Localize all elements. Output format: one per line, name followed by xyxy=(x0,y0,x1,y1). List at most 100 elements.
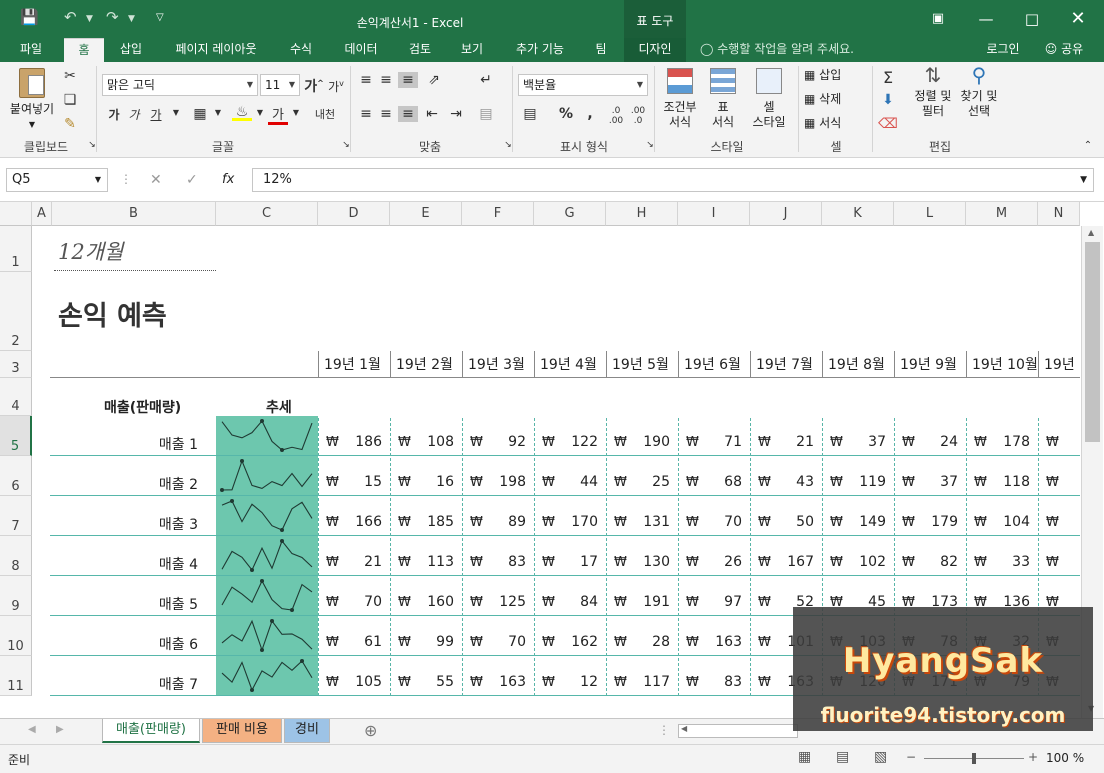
insert-cells-button[interactable]: ▦ 삽입 xyxy=(804,68,868,83)
increase-font-icon[interactable]: 가^ xyxy=(304,76,324,96)
tab-view[interactable]: 보기 xyxy=(450,38,494,62)
section-label-cell[interactable]: 매출(판매량) xyxy=(104,397,181,417)
paste-button[interactable]: 붙여넣기 ▼ xyxy=(6,68,58,132)
select-all-corner[interactable] xyxy=(0,202,32,226)
value-cell[interactable]: 122 xyxy=(534,434,598,450)
scroll-left-icon[interactable]: ◀ xyxy=(681,724,687,733)
font-color-icon[interactable]: 가 xyxy=(268,104,288,125)
orientation-icon[interactable]: ⇗ xyxy=(424,72,444,88)
row-header-8[interactable]: 8 xyxy=(0,536,32,576)
ruby-button[interactable]: 내천 xyxy=(312,106,338,122)
tab-page-layout[interactable]: 페이지 레이아웃 xyxy=(160,38,272,62)
enter-icon[interactable]: ✓ xyxy=(186,172,198,188)
accounting-format-icon[interactable]: ▤ xyxy=(520,106,540,122)
value-cell[interactable]: 37 xyxy=(822,434,886,450)
value-cell[interactable]: 33 xyxy=(966,554,1030,570)
merge-center-icon[interactable]: ▤ xyxy=(476,106,496,122)
fill-color-icon[interactable]: ♨ xyxy=(232,104,252,121)
align-right-icon[interactable]: ≡ xyxy=(398,106,418,122)
value-cell[interactable]: 179 xyxy=(894,514,958,530)
value-cell[interactable]: 113 xyxy=(390,554,454,570)
month-header[interactable]: 19년 8월 xyxy=(822,351,894,378)
value-cell[interactable]: 61 xyxy=(318,634,382,650)
page-layout-view-icon[interactable]: ▤ xyxy=(836,749,849,765)
underline-dropdown-icon[interactable]: ▼ xyxy=(166,108,186,117)
column-header-j[interactable]: J xyxy=(750,202,822,226)
align-left-icon[interactable]: ≡ xyxy=(356,106,376,122)
column-header-h[interactable]: H xyxy=(606,202,678,226)
row-header-10[interactable]: 10 xyxy=(0,616,32,656)
tab-home[interactable]: 홈 xyxy=(64,38,104,62)
value-cell[interactable]: 163 xyxy=(462,674,526,690)
zoom-slider-thumb[interactable] xyxy=(972,753,976,764)
row-header-2[interactable]: 2 xyxy=(0,272,32,351)
close-icon[interactable]: ✕ xyxy=(1058,6,1098,32)
align-top-icon[interactable]: ≡ xyxy=(356,72,376,88)
fill-color-dropdown-icon[interactable]: ▼ xyxy=(250,108,270,117)
value-cell[interactable]: 82 xyxy=(894,554,958,570)
font-size-select[interactable]: 11 ▼ xyxy=(260,74,300,96)
align-bottom-icon[interactable]: ≡ xyxy=(398,72,418,88)
scroll-left-icon[interactable]: ◀ xyxy=(28,724,36,735)
value-cell[interactable]: 43 xyxy=(750,474,814,490)
tell-me-box[interactable]: ◯ 수행할 작업을 알려 주세요. xyxy=(700,38,880,62)
sort-filter-button[interactable]: ⇅ 정렬 및 필터 xyxy=(910,65,956,119)
wrap-text-icon[interactable]: ↵ xyxy=(476,72,496,88)
find-select-button[interactable]: ⚲ 찾기 및 선택 xyxy=(956,65,1002,119)
row-header-9[interactable]: 9 xyxy=(0,576,32,616)
column-header-n[interactable]: N xyxy=(1038,202,1080,226)
italic-button[interactable]: 가 xyxy=(124,106,144,123)
format-painter-icon[interactable]: ✎ xyxy=(60,116,80,132)
value-cell[interactable]: 163 xyxy=(678,634,742,650)
month-header[interactable]: 19년 7월 xyxy=(750,351,822,378)
copy-icon[interactable]: ❏ xyxy=(60,92,80,108)
sheet-tab-sales-cost[interactable]: 판매 비용 xyxy=(202,719,282,743)
value-cell[interactable]: 130 xyxy=(606,554,670,570)
value-cell[interactable]: 55 xyxy=(390,674,454,690)
value-cell[interactable]: 37 xyxy=(894,474,958,490)
tab-data[interactable]: 데이터 xyxy=(334,38,388,62)
value-cell[interactable]: 178 xyxy=(966,434,1030,450)
value-cell[interactable]: 25 xyxy=(606,474,670,490)
row-label-cell[interactable]: 매출 3 xyxy=(52,514,198,534)
decrease-font-icon[interactable]: 가v xyxy=(326,78,346,95)
value-cell[interactable]: 70 xyxy=(678,514,742,530)
column-header-i[interactable]: I xyxy=(678,202,750,226)
share-button[interactable]: ☺ 공유 xyxy=(1034,38,1094,62)
clipboard-launcher-icon[interactable]: ↘ xyxy=(82,140,102,150)
column-header-l[interactable]: L xyxy=(894,202,966,226)
trend-sparkline[interactable] xyxy=(216,536,318,575)
trend-sparkline[interactable] xyxy=(216,416,318,455)
zoom-out-icon[interactable]: − xyxy=(906,750,916,764)
row-label-cell[interactable]: 매출 5 xyxy=(52,594,198,614)
align-middle-icon[interactable]: ≡ xyxy=(376,72,396,88)
increase-indent-icon[interactable]: ⇥ xyxy=(446,106,466,122)
row-label-cell[interactable]: 매출 2 xyxy=(52,474,198,494)
column-header-g[interactable]: G xyxy=(534,202,606,226)
delete-cells-button[interactable]: ▦ 삭제 xyxy=(804,92,868,107)
expand-formula-icon[interactable]: ▼ xyxy=(1080,169,1087,191)
sheet-tab-expenses[interactable]: 경비 xyxy=(284,719,330,743)
autosum-icon[interactable]: Σ xyxy=(878,68,898,87)
name-box[interactable]: Q5 ▼ xyxy=(6,168,108,192)
column-header-k[interactable]: K xyxy=(822,202,894,226)
borders-dropdown-icon[interactable]: ▼ xyxy=(208,108,228,117)
value-cell[interactable]: 44 xyxy=(534,474,598,490)
tab-design[interactable]: 디자인 xyxy=(624,38,686,62)
zoom-level[interactable]: 100 % xyxy=(1046,751,1084,765)
value-cell[interactable]: 84 xyxy=(534,594,598,610)
value-cell[interactable]: 71 xyxy=(678,434,742,450)
value-cell[interactable]: 99 xyxy=(390,634,454,650)
collapse-ribbon-icon[interactable]: ⌃ xyxy=(1078,140,1098,151)
decrease-indent-icon[interactable]: ⇤ xyxy=(422,106,442,122)
borders-icon[interactable]: ▦ xyxy=(190,106,210,122)
minimize-icon[interactable]: — xyxy=(966,6,1006,32)
value-cell[interactable]: 118 xyxy=(966,474,1030,490)
month-header[interactable]: 19년 2월 xyxy=(390,351,462,378)
trend-sparkline[interactable] xyxy=(216,576,318,615)
column-header-e[interactable]: E xyxy=(390,202,462,226)
horizontal-scrollbar[interactable]: ◀ xyxy=(678,724,798,738)
ribbon-display-icon[interactable]: ▣ xyxy=(918,6,958,32)
increase-decimal-icon[interactable]: .0.00 xyxy=(606,106,626,126)
tab-review[interactable]: 검토 xyxy=(398,38,442,62)
